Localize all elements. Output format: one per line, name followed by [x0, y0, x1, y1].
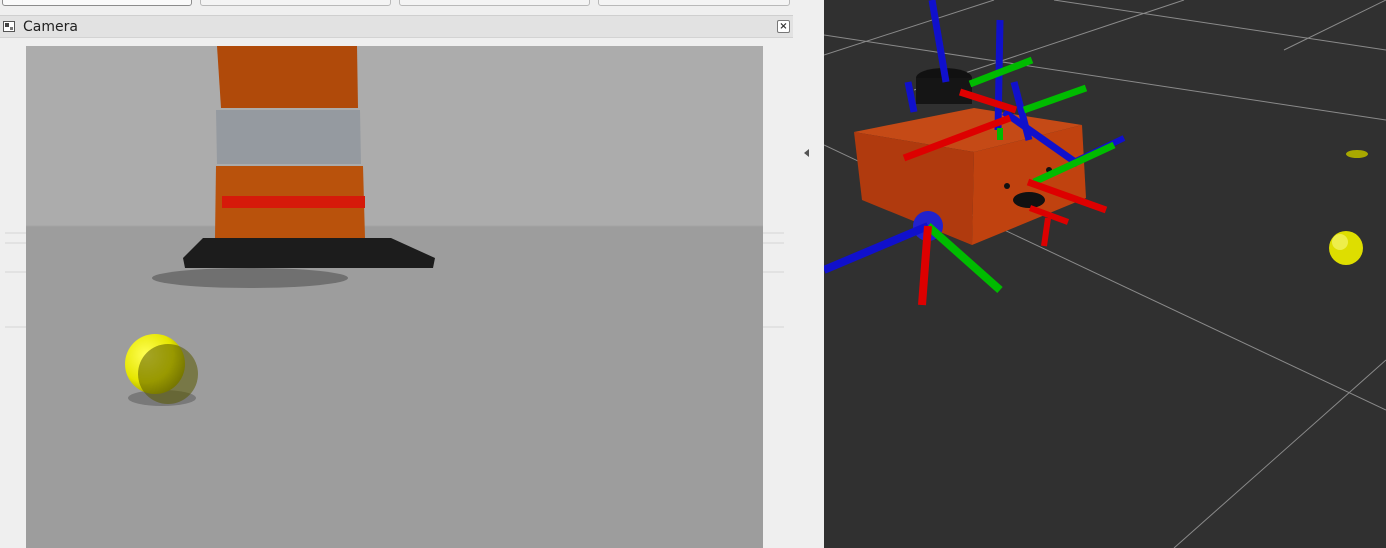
- camera-panel: Camera ×: [0, 15, 793, 548]
- yellow-ball-highlight: [1332, 234, 1348, 250]
- top-tab-2[interactable]: [200, 0, 391, 6]
- top-tab-3[interactable]: [399, 0, 590, 6]
- sky-background: [26, 46, 763, 226]
- cone-reflective-stripe: [216, 110, 361, 164]
- rviz-3d-view[interactable]: [824, 0, 1386, 548]
- top-tab-1[interactable]: [2, 0, 192, 6]
- robot-sensor: [1013, 192, 1045, 208]
- cone-body-top: [217, 46, 358, 108]
- yellow-ball-marker: [1329, 231, 1363, 265]
- cone-red-band: [222, 196, 365, 208]
- camera-image-view[interactable]: [5, 46, 784, 548]
- distant-object: [1346, 150, 1368, 158]
- camera-panel-titlebar[interactable]: Camera ×: [0, 15, 793, 38]
- camera-image: [26, 46, 763, 548]
- top-tab-bar: [0, 0, 792, 8]
- image-view-icon: [3, 21, 15, 32]
- camera-panel-title: Camera: [23, 19, 78, 35]
- collapse-arrow-icon[interactable]: [804, 149, 809, 157]
- top-tab-4[interactable]: [598, 0, 790, 6]
- cone-shadow: [152, 268, 348, 288]
- robot-marker: [1004, 183, 1010, 189]
- panel-splitter[interactable]: [793, 0, 824, 548]
- close-icon[interactable]: ×: [777, 20, 790, 33]
- cone-base: [183, 238, 435, 268]
- yellow-ball-ghost: [138, 344, 198, 404]
